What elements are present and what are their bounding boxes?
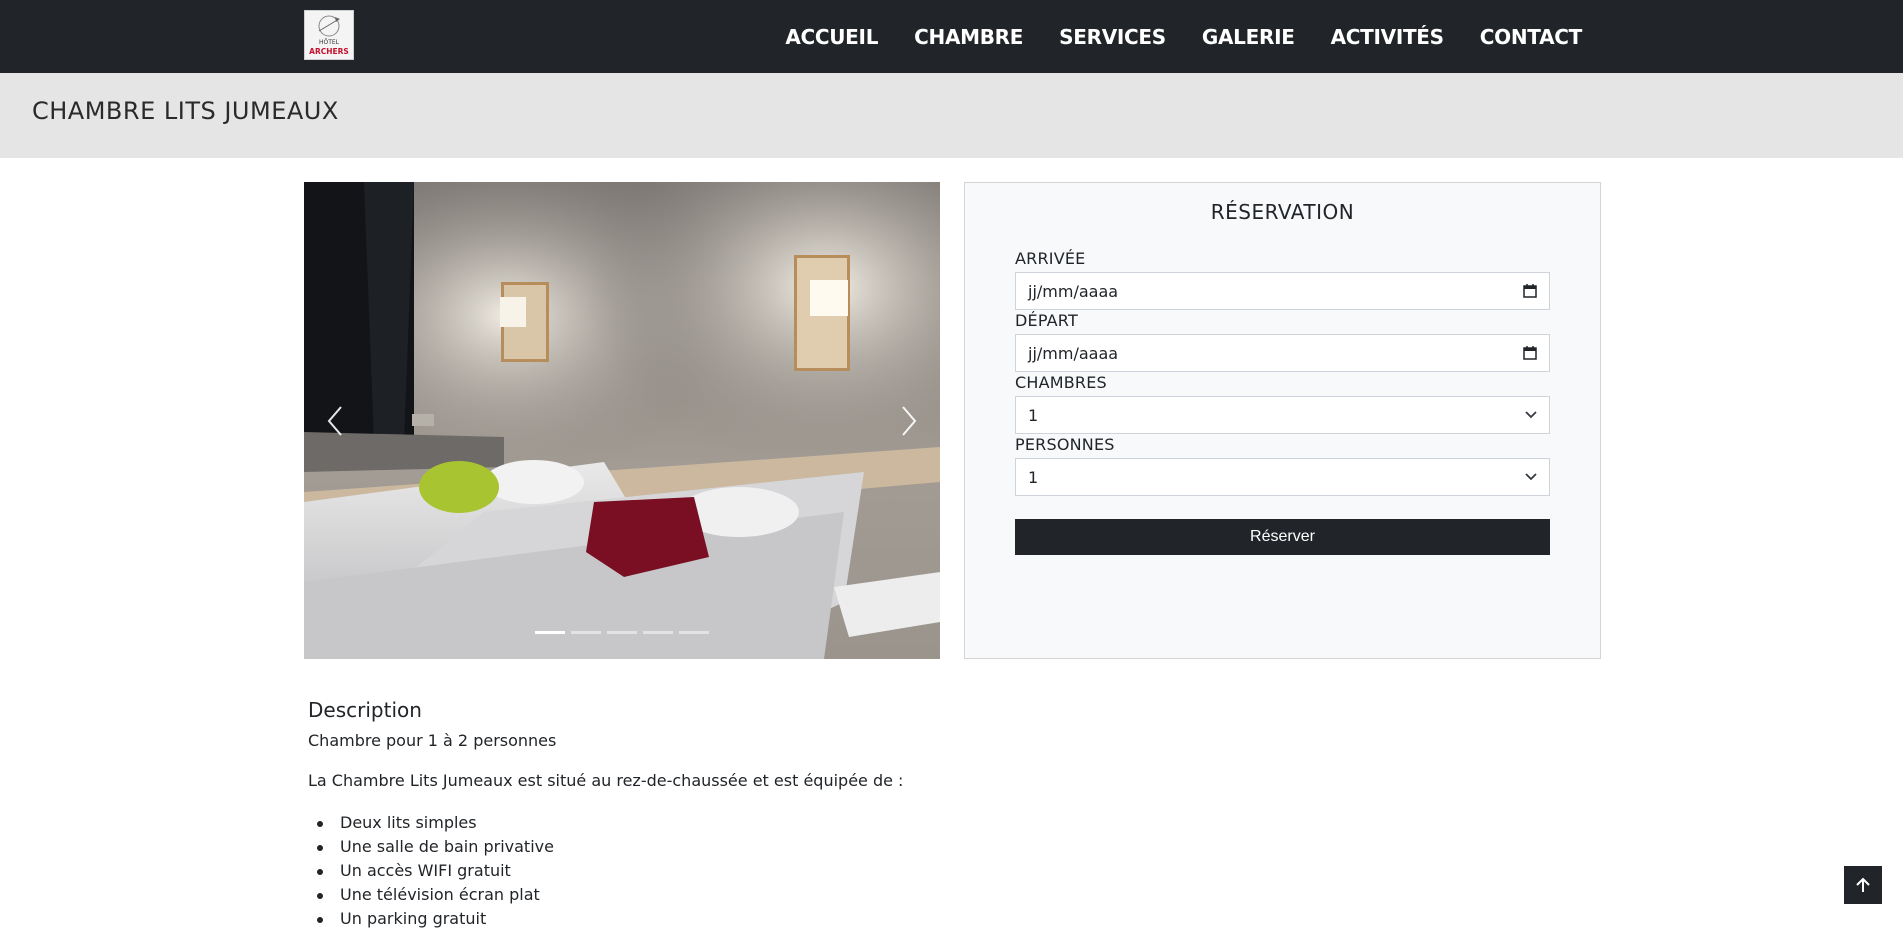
nav-chambre[interactable]: CHAMBRE	[914, 25, 1023, 49]
persons-select[interactable]: 1	[1015, 458, 1550, 496]
carousel-indicator-4[interactable]	[643, 631, 673, 634]
reservation-panel: RÉSERVATION ARRIVÉE jj/mm/aaaa DÉPART jj…	[964, 182, 1601, 659]
list-item: Deux lits simples	[308, 811, 1208, 835]
description-intro: Chambre pour 1 à 2 personnes	[308, 731, 557, 750]
chevron-right-icon	[902, 405, 917, 436]
departure-label: DÉPART	[1015, 311, 1078, 330]
hotel-logo[interactable]: HÔTEL ARCHERS	[304, 10, 354, 60]
persons-label: PERSONNES	[1015, 435, 1115, 454]
reservation-title: RÉSERVATION	[1210, 200, 1355, 224]
departure-date-value: jj/mm/aaaa	[1028, 343, 1119, 363]
description-heading: Description	[308, 698, 422, 722]
navbar: HÔTEL ARCHERS ACCUEIL CHAMBRE SERVICES G…	[0, 0, 1903, 73]
nav-contact[interactable]: CONTACT	[1480, 25, 1583, 49]
nav-services[interactable]: SERVICES	[1059, 25, 1166, 49]
main-nav: ACCUEIL CHAMBRE SERVICES GALERIE ACTIVIT…	[749, 0, 1582, 73]
carousel-indicator-3[interactable]	[607, 631, 637, 634]
arrival-date-input[interactable]: jj/mm/aaaa	[1015, 272, 1550, 310]
carousel-indicator-5[interactable]	[679, 631, 709, 634]
reserve-button[interactable]: Réserver	[1015, 519, 1550, 555]
nav-accueil[interactable]: ACCUEIL	[785, 25, 878, 49]
chevron-down-icon	[1525, 473, 1537, 481]
carousel-indicator-1[interactable]	[535, 631, 565, 634]
rooms-select[interactable]: 1	[1015, 396, 1550, 434]
carousel-next-button[interactable]	[838, 182, 918, 659]
chevron-down-icon	[1525, 411, 1537, 419]
list-item: Un accès WIFI gratuit	[308, 859, 1208, 883]
carousel-indicators	[304, 631, 940, 634]
arrow-up-icon	[1856, 877, 1870, 892]
nav-activites[interactable]: ACTIVITÉS	[1331, 25, 1444, 49]
description-text: La Chambre Lits Jumeaux est situé au rez…	[308, 771, 904, 790]
amenities-list: Deux lits simples Une salle de bain priv…	[308, 811, 1208, 931]
rooms-value: 1	[1028, 405, 1039, 425]
list-item: Un parking gratuit	[308, 907, 1208, 931]
chevron-left-icon	[327, 405, 342, 436]
carousel-prev-button[interactable]	[326, 182, 406, 659]
room-carousel	[304, 182, 940, 659]
title-band: CHAMBRE LITS JUMEAUX	[0, 73, 1903, 158]
list-item: Une télévision écran plat	[308, 883, 1208, 907]
description-section: Description Chambre pour 1 à 2 personnes…	[308, 698, 1208, 931]
calendar-icon[interactable]	[1523, 284, 1537, 298]
persons-value: 1	[1028, 467, 1039, 487]
arrival-label: ARRIVÉE	[1015, 249, 1086, 268]
rooms-label: CHAMBRES	[1015, 373, 1107, 392]
page-title: CHAMBRE LITS JUMEAUX	[32, 97, 339, 125]
list-item: Une salle de bain privative	[308, 835, 1208, 859]
back-to-top-button[interactable]	[1844, 866, 1882, 904]
carousel-indicator-2[interactable]	[571, 631, 601, 634]
nav-galerie[interactable]: GALERIE	[1202, 25, 1295, 49]
departure-date-input[interactable]: jj/mm/aaaa	[1015, 334, 1550, 372]
svg-text:ARCHERS: ARCHERS	[309, 47, 349, 56]
svg-text:HÔTEL: HÔTEL	[319, 39, 340, 46]
arrival-date-value: jj/mm/aaaa	[1028, 281, 1119, 301]
calendar-icon[interactable]	[1523, 346, 1537, 360]
